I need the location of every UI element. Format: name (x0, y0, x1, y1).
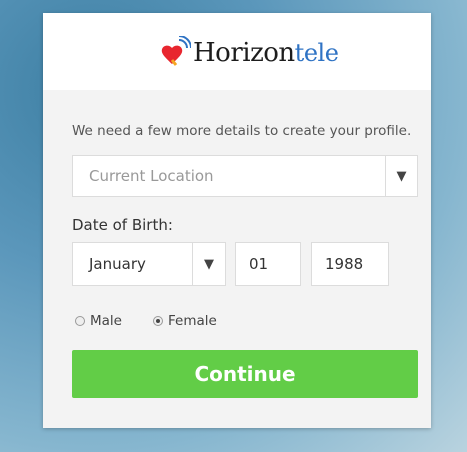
chevron-down-icon[interactable]: ▼ (192, 243, 225, 285)
day-input[interactable]: 01 (235, 242, 301, 286)
continue-button[interactable]: Continue (72, 350, 418, 398)
gender-male-option[interactable]: Male (75, 313, 122, 329)
signup-card: Horizontele We need a few more details t… (43, 13, 431, 428)
brand-name: Horizontele (193, 38, 339, 68)
heart-signal-icon (161, 36, 191, 66)
chevron-down-icon[interactable]: ▼ (385, 156, 417, 196)
female-radio[interactable] (153, 316, 163, 326)
female-label: Female (168, 313, 217, 329)
male-radio[interactable] (75, 316, 85, 326)
location-placeholder: Current Location (89, 167, 214, 185)
location-select[interactable]: Current Location ▼ (72, 155, 418, 197)
male-label: Male (90, 313, 122, 329)
gender-female-option[interactable]: Female (153, 313, 217, 329)
month-value: January (89, 255, 146, 273)
month-select[interactable]: January ▼ (72, 242, 226, 286)
brand-logo: Horizontele (155, 33, 339, 73)
year-input[interactable]: 1988 (311, 242, 389, 286)
dob-label: Date of Birth: (72, 216, 173, 234)
intro-text: We need a few more details to create you… (72, 123, 412, 139)
card-header: Horizontele (43, 13, 431, 90)
